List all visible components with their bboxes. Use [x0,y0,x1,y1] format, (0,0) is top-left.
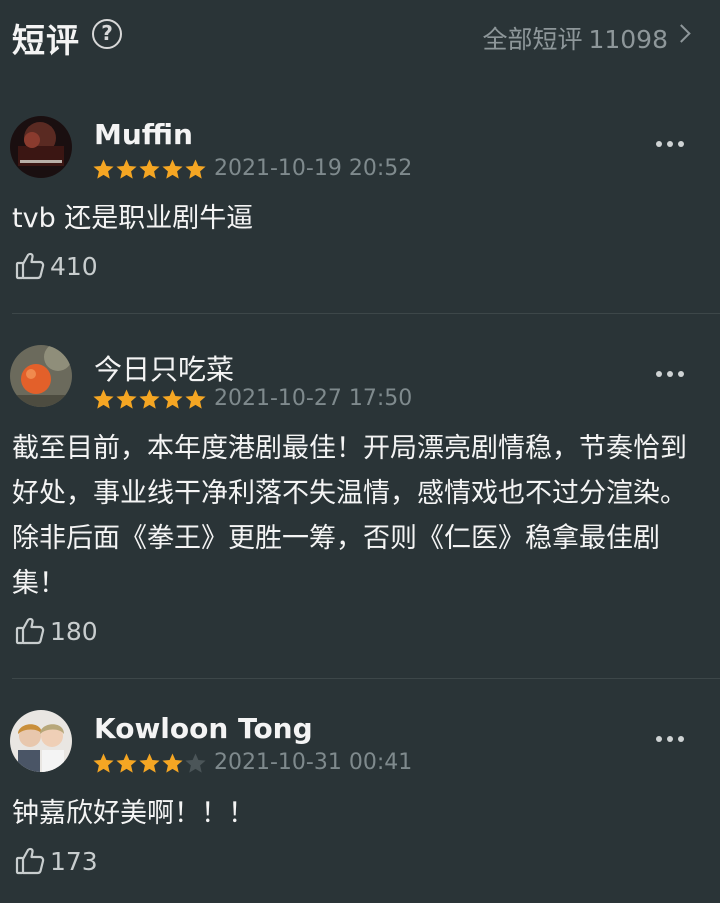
star-filled-icon [139,389,160,409]
review-content: tvb 还是职业剧牛逼 [12,203,254,234]
reviewer-name[interactable]: Kowloon Tong [94,712,313,745]
rating-stars [92,158,207,182]
more-options-icon[interactable] [656,736,684,742]
star-filled-icon [116,753,137,773]
question-circle-icon[interactable]: ? [92,19,122,49]
star-filled-icon [185,159,206,179]
avatar[interactable] [10,345,72,407]
star-filled-icon [185,389,206,409]
all-reviews-link[interactable]: 全部短评 11098 [482,20,690,56]
thumbs-up-icon [15,252,45,280]
reviewer-name[interactable]: Muffin [94,118,193,151]
like-button[interactable]: 180 [14,615,98,647]
like-button[interactable]: 410 [14,250,98,282]
more-options-icon[interactable] [656,371,684,377]
review-date: 2021-10-27 17:50 [214,386,413,411]
like-count: 410 [50,251,98,281]
star-filled-icon [116,159,137,179]
review-date: 2021-10-31 00:41 [214,750,413,775]
star-filled-icon [139,159,160,179]
like-button[interactable]: 173 [14,845,98,877]
review-content: 钟嘉欣好美啊！！！ [12,798,255,829]
all-reviews-count: 11098 [588,25,668,54]
all-reviews-label: 全部短评 [482,25,583,54]
like-count: 180 [50,616,98,646]
thumbs-up-icon [15,617,45,645]
star-filled-icon [162,159,183,179]
divider [12,313,720,314]
reviewer-name[interactable]: 今日只吃菜 [94,348,234,388]
review-content: 截至目前，本年度港剧最佳！开局漂亮剧情稳，节奏恰到好处，事业线干净利落不失温情，… [12,433,687,599]
thumbs-up-icon [15,847,45,875]
review-date: 2021-10-19 20:52 [214,156,413,181]
section-header: 短评 ? 全部短评 11098 [0,0,720,72]
like-count: 173 [50,846,98,876]
star-filled-icon [162,753,183,773]
rating-stars [92,388,207,412]
avatar[interactable] [10,116,72,178]
star-filled-icon [93,753,114,773]
more-options-icon[interactable] [656,141,684,147]
star-empty-icon [185,753,206,773]
divider [12,678,720,679]
avatar[interactable] [10,710,72,772]
rating-stars [92,752,207,776]
star-filled-icon [93,389,114,409]
section-title: 短评 [12,21,80,60]
star-filled-icon [162,389,183,409]
star-filled-icon [116,389,137,409]
star-filled-icon [139,753,160,773]
star-filled-icon [93,159,114,179]
